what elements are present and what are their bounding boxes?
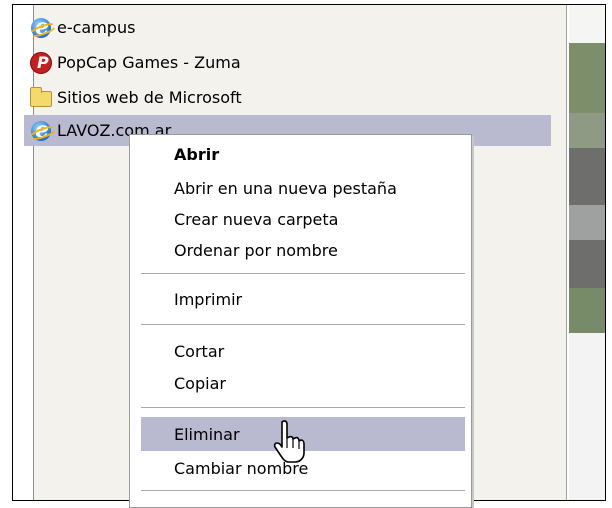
folder-icon (30, 86, 52, 109)
menu-item-abrir-nueva-pestana[interactable]: Abrir en una nueva pestaña (130, 171, 471, 205)
menu-item-copiar[interactable]: Copiar (130, 366, 471, 400)
panel-splitter[interactable] (566, 5, 567, 500)
menu-separator (141, 407, 465, 408)
menu-separator (141, 273, 465, 274)
favorite-item-popcap-zuma[interactable]: PopCap Games - Zuma (24, 47, 551, 78)
menu-separator (141, 490, 465, 491)
ie-icon (30, 117, 52, 143)
menu-item-cortar[interactable]: Cortar (130, 334, 471, 368)
menu-item-label: Abrir (174, 144, 220, 164)
menu-item-label: Crear nueva carpeta (174, 209, 339, 229)
popcap-icon (30, 51, 52, 74)
menu-item-label: Ordenar por nombre (174, 240, 338, 260)
favorite-item-label: Sitios web de Microsoft (57, 88, 242, 107)
menu-item-label: Abrir en una nueva pestaña (174, 178, 397, 198)
background-photo (569, 5, 605, 500)
favorite-item-e-campus[interactable]: e-campus (24, 12, 551, 43)
menu-item-imprimir[interactable]: Imprimir (130, 282, 471, 316)
menu-item-label: Eliminar (174, 424, 240, 444)
favorite-item-label: e-campus (57, 18, 136, 37)
menu-item-abrir[interactable]: Abrir (130, 137, 471, 171)
menu-item-label: Cortar (174, 341, 225, 361)
favorite-item-label: PopCap Games - Zuma (57, 53, 241, 72)
menu-item-label: Copiar (174, 373, 226, 393)
menu-item-ordenar-nombre[interactable]: Ordenar por nombre (130, 233, 471, 267)
menu-item-label: Imprimir (174, 289, 243, 309)
ie-icon (30, 14, 52, 40)
menu-separator (141, 324, 465, 325)
menu-item-crear-carpeta[interactable]: Crear nueva carpeta (130, 202, 471, 236)
favorite-item-sitios-microsoft[interactable]: Sitios web de Microsoft (24, 82, 551, 113)
hand-cursor-icon (273, 420, 305, 463)
